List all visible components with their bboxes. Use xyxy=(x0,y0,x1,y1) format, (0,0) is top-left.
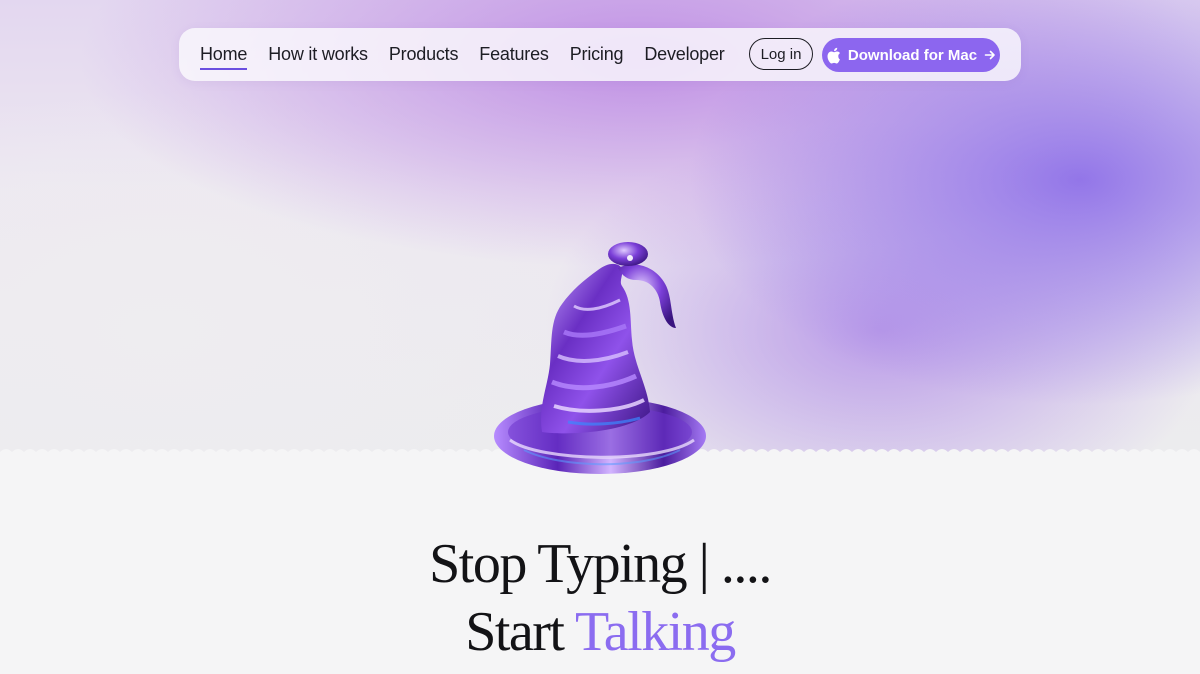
headline-line-1: Stop Typing | .... xyxy=(429,533,772,595)
nav-link-how-it-works[interactable]: How it works xyxy=(268,44,368,65)
login-button[interactable]: Log in xyxy=(749,38,813,70)
nav-link-pricing[interactable]: Pricing xyxy=(570,44,624,65)
apple-icon xyxy=(826,47,841,64)
hero-headline: Stop Typing | .... Start Talking xyxy=(0,530,1200,666)
nav-link-developer[interactable]: Developer xyxy=(644,44,724,65)
headline-line-2: Start Talking xyxy=(0,598,1200,666)
download-for-mac-button[interactable]: Download for Mac xyxy=(822,38,1000,72)
top-navbar: Home How it works Products Features Pric… xyxy=(179,28,1021,81)
wizard-hat-illustration xyxy=(494,242,706,474)
nav-links: Home How it works Products Features Pric… xyxy=(200,28,746,81)
headline-accent-word: Talking xyxy=(574,601,736,663)
arrow-right-icon xyxy=(984,49,996,61)
nav-link-features[interactable]: Features xyxy=(479,44,549,65)
download-button-label: Download for Mac xyxy=(847,46,978,64)
login-button-label: Log in xyxy=(760,45,802,63)
nav-link-products[interactable]: Products xyxy=(389,44,459,65)
headline-line-2-plain: Start xyxy=(465,601,575,663)
nav-link-home[interactable]: Home xyxy=(200,44,248,70)
